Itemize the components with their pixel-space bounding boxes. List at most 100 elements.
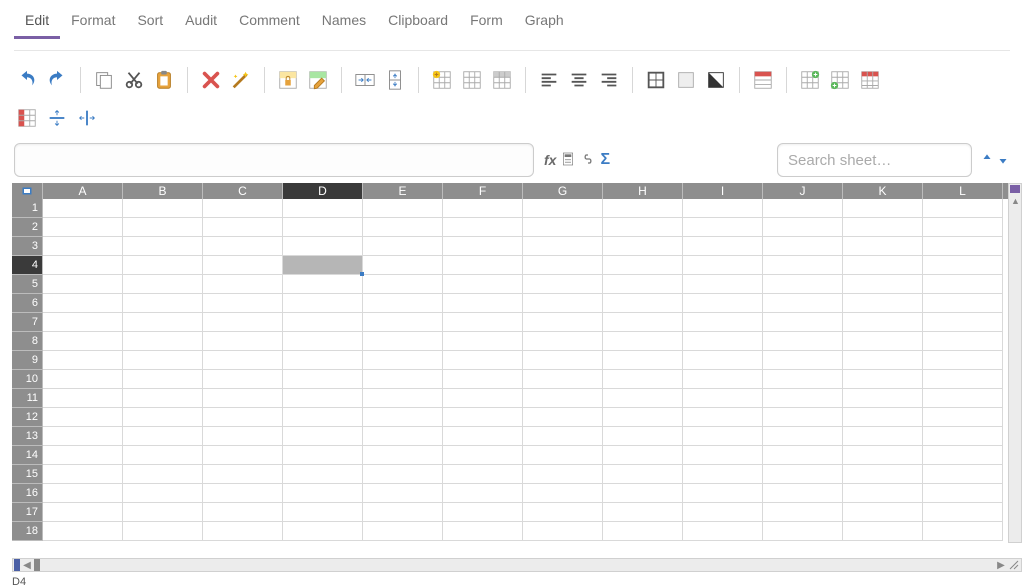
cell[interactable] (603, 503, 683, 522)
cell[interactable] (363, 503, 443, 522)
column-header[interactable]: K (843, 183, 923, 199)
search-next-button[interactable] (996, 152, 1010, 169)
cell[interactable] (923, 389, 1003, 408)
menu-edit[interactable]: Edit (14, 8, 60, 39)
cell[interactable] (43, 408, 123, 427)
cell[interactable] (843, 218, 923, 237)
select-all-corner[interactable] (12, 183, 43, 199)
cell[interactable] (843, 503, 923, 522)
cell[interactable] (123, 275, 203, 294)
vscroll-thumb[interactable] (1010, 185, 1020, 193)
copy-button[interactable] (91, 67, 117, 93)
cell[interactable] (843, 484, 923, 503)
cell[interactable] (523, 370, 603, 389)
insert-row-button[interactable] (827, 67, 853, 93)
cell[interactable] (763, 275, 843, 294)
cell[interactable] (763, 465, 843, 484)
cell[interactable] (683, 408, 763, 427)
cell[interactable] (923, 484, 1003, 503)
hscroll-right-icon[interactable]: ▶ (995, 560, 1007, 571)
cell[interactable] (843, 256, 923, 275)
cell[interactable] (203, 256, 283, 275)
hscroll-left-icon[interactable]: ◀ (21, 560, 33, 571)
grid-plain-button[interactable] (459, 67, 485, 93)
cell[interactable] (523, 332, 603, 351)
search-prev-button[interactable] (980, 152, 994, 169)
row-header[interactable]: 9 (12, 351, 43, 370)
cell[interactable] (43, 199, 123, 218)
cell[interactable] (283, 484, 363, 503)
cell[interactable] (683, 332, 763, 351)
cell[interactable] (123, 237, 203, 256)
contrast-button[interactable] (703, 67, 729, 93)
cell[interactable] (203, 218, 283, 237)
cell[interactable] (203, 275, 283, 294)
delete-col-button[interactable] (857, 67, 883, 93)
cell[interactable] (603, 237, 683, 256)
cell[interactable] (763, 484, 843, 503)
cell[interactable] (603, 484, 683, 503)
cell[interactable] (363, 237, 443, 256)
column-header[interactable]: B (123, 183, 203, 199)
cell[interactable] (923, 446, 1003, 465)
row-header[interactable]: 8 (12, 332, 43, 351)
row-header[interactable]: 18 (12, 522, 43, 541)
cell[interactable] (443, 389, 523, 408)
cell[interactable] (603, 370, 683, 389)
cell[interactable] (283, 275, 363, 294)
cell[interactable] (523, 408, 603, 427)
cell[interactable] (363, 389, 443, 408)
cell[interactable] (523, 256, 603, 275)
cell[interactable] (683, 275, 763, 294)
horizontal-scrollbar[interactable]: ◀ ▶ (12, 558, 1022, 572)
cell[interactable] (123, 294, 203, 313)
column-header[interactable]: H (603, 183, 683, 199)
menu-format[interactable]: Format (60, 8, 126, 39)
cell[interactable] (923, 237, 1003, 256)
cell[interactable] (283, 332, 363, 351)
cell[interactable] (763, 503, 843, 522)
cell[interactable] (843, 294, 923, 313)
cell[interactable] (283, 522, 363, 541)
cell[interactable] (123, 408, 203, 427)
cell[interactable] (203, 465, 283, 484)
cell[interactable] (683, 237, 763, 256)
cell[interactable] (443, 503, 523, 522)
cell[interactable] (523, 237, 603, 256)
cell[interactable] (283, 313, 363, 332)
cell[interactable] (203, 313, 283, 332)
cell[interactable] (443, 275, 523, 294)
cell[interactable] (363, 370, 443, 389)
cell[interactable] (923, 370, 1003, 389)
cell[interactable] (683, 313, 763, 332)
cell[interactable] (283, 199, 363, 218)
insert-col-button[interactable] (797, 67, 823, 93)
align-center-button[interactable] (566, 67, 592, 93)
cell[interactable] (923, 256, 1003, 275)
cell[interactable] (843, 370, 923, 389)
cell[interactable] (443, 332, 523, 351)
cell[interactable] (363, 484, 443, 503)
cell[interactable] (43, 313, 123, 332)
cell[interactable] (523, 313, 603, 332)
cell[interactable] (763, 389, 843, 408)
link-icon[interactable] (580, 151, 596, 170)
vscroll-up-icon[interactable]: ▲ (1011, 196, 1019, 206)
cell[interactable] (683, 427, 763, 446)
cell[interactable] (843, 408, 923, 427)
column-header[interactable]: L (923, 183, 1003, 199)
cell[interactable] (43, 237, 123, 256)
row-header[interactable]: 16 (12, 484, 43, 503)
merge-vertical-button[interactable] (382, 67, 408, 93)
cell[interactable] (843, 389, 923, 408)
sigma-icon[interactable]: Σ (600, 151, 610, 169)
delete-button[interactable] (198, 67, 224, 93)
cell[interactable] (923, 408, 1003, 427)
redo-button[interactable] (44, 67, 70, 93)
wand-button[interactable] (228, 67, 254, 93)
cell[interactable] (203, 370, 283, 389)
cell[interactable] (923, 503, 1003, 522)
cell[interactable] (203, 237, 283, 256)
cell[interactable] (603, 427, 683, 446)
cell[interactable] (923, 351, 1003, 370)
